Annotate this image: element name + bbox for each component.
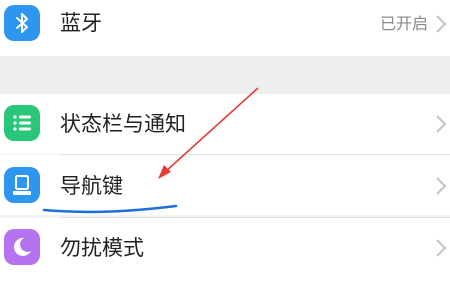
section-gap xyxy=(0,56,450,94)
navigation-key-icon xyxy=(4,167,40,203)
settings-item-label: 状态栏与通知 xyxy=(60,112,186,136)
chevron-right-icon xyxy=(436,115,447,133)
settings-item-label: 勿扰模式 xyxy=(60,236,144,260)
settings-item-label: 蓝牙 xyxy=(60,11,102,35)
settings-item-status-bar[interactable]: 状态栏与通知 xyxy=(0,94,450,154)
chevron-right-icon xyxy=(436,239,447,257)
status-bar-icon xyxy=(4,105,40,141)
settings-item-do-not-disturb[interactable]: 勿扰模式 xyxy=(0,218,450,281)
settings-item-navigation-keys[interactable]: 导航键 xyxy=(0,155,450,215)
chevron-right-icon xyxy=(436,177,447,195)
settings-item-bluetooth[interactable]: 蓝牙 已开启 xyxy=(0,0,450,56)
settings-item-label: 导航键 xyxy=(60,174,123,198)
chevron-right-icon xyxy=(436,15,447,33)
bluetooth-status-value: 已开启 xyxy=(379,14,428,33)
bluetooth-icon xyxy=(4,5,40,41)
moon-icon xyxy=(4,229,40,265)
settings-screen: 蓝牙 已开启 状态栏与通知 导航键 勿扰模式 xyxy=(0,0,450,281)
